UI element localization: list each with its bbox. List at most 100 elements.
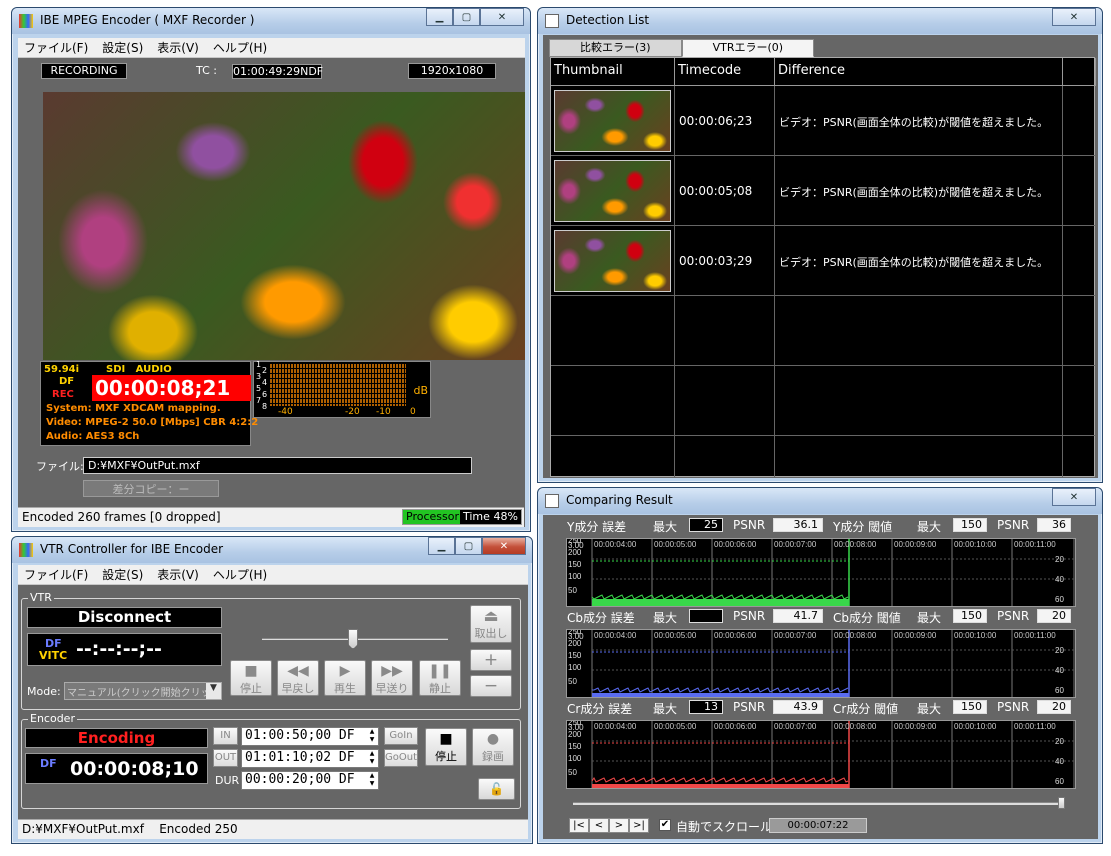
play-button[interactable]: ▶ 再生 <box>324 660 366 696</box>
menu-help[interactable]: ヘルプ(H) <box>213 566 267 583</box>
jog-slider[interactable] <box>262 629 448 649</box>
error-plot-svg: 00:00:04:00 00:00:05:00 00:00:06:00 00:00:0… <box>568 539 1075 606</box>
table-row[interactable]: 00:00:06;23 ビデオ：PSNR(画面全体の比較)が閾値を超えました。 <box>551 86 1096 156</box>
table-row[interactable]: 00:00:03;29 ビデオ：PSNR(画面全体の比較)が閾値を超えました。 <box>551 226 1096 296</box>
max-value <box>689 609 723 623</box>
y-tick-label-left: 200 <box>568 548 582 557</box>
out-timecode-field[interactable]: 01:01:10;02 DF <box>241 749 379 768</box>
autoscroll-checkbox[interactable]: ✔ <box>659 819 671 831</box>
dur-spinner[interactable]: ▲ ▼ <box>367 772 377 789</box>
error-series-fill <box>592 693 849 697</box>
record-button[interactable]: ● 録画 <box>472 728 514 766</box>
close-button[interactable]: ✕ <box>480 8 524 26</box>
y-tick-label-left: 50 <box>568 677 577 686</box>
error-plot: 00:00:04:00 00:00:05:00 00:00:06:00 00:00:0… <box>566 538 1076 607</box>
detection-window: Detection List ✕ 比較エラー(3) VTRエラー(0) Thum… <box>537 7 1103 483</box>
maximize-button[interactable]: ▢ <box>453 8 480 26</box>
menu-view[interactable]: 表示(V) <box>157 39 199 56</box>
difference-cell: ビデオ：PSNR(画面全体の比較)が閾値を超えました。 <box>775 86 1063 156</box>
menu-file[interactable]: ファイル(F) <box>24 566 88 583</box>
timeline-scroll-track[interactable] <box>573 802 1063 805</box>
y-tick-label-left: 150 <box>568 560 582 569</box>
still-button[interactable]: ❚❚ 静止 <box>419 660 461 696</box>
comparing-titlebar[interactable]: Comparing Result ✕ <box>538 488 1102 514</box>
time-label: Time <box>463 510 490 523</box>
goout-button[interactable]: GoOut <box>384 749 418 767</box>
stop-button[interactable]: ■ 停止 <box>230 660 272 696</box>
encoder-titlebar[interactable]: IBE MPEG Encoder ( MXF Recorder ) ▁ ▢ ✕ <box>12 8 530 34</box>
eject-button[interactable]: ⏏ 取出し <box>470 605 512 643</box>
unlock-button[interactable]: 🔓 <box>478 778 515 800</box>
time-tick-label: 00:00:07:00 <box>774 631 817 640</box>
vtr-client: ファイル(F) 設定(S) 表示(V) ヘルプ(H) VTR Disconnec… <box>18 565 528 839</box>
time-tick-label: 00:00:10:00 <box>954 722 997 731</box>
dur-timecode-field[interactable]: 00:00:20;00 DF <box>241 771 379 790</box>
time-tick-label: 00:00:07:00 <box>774 540 817 549</box>
minimize-button[interactable]: ▁ <box>428 537 455 555</box>
close-button[interactable]: ✕ <box>482 537 526 555</box>
time-tick-label: 00:00:05:00 <box>654 631 697 640</box>
video-preview <box>43 92 525 360</box>
nav-last-button[interactable]: >| <box>629 818 649 833</box>
fastforward-button[interactable]: ▶▶ 早送り <box>371 660 413 696</box>
record-label: 録画 <box>482 750 504 763</box>
timeline-scroll-thumb[interactable] <box>1058 797 1065 809</box>
out-button[interactable]: OUT <box>213 749 238 767</box>
menu-settings[interactable]: 設定(S) <box>102 39 143 56</box>
nav-next-button[interactable]: > <box>609 818 629 833</box>
threshold-psnr-value: 20 <box>1037 609 1071 623</box>
rec-label: REC <box>52 389 74 400</box>
meter-scale-40: -40 <box>278 407 293 417</box>
in-button[interactable]: IN <box>213 727 238 745</box>
encoded-frames-text: Encoded 260 frames [0 dropped] <box>22 510 221 524</box>
menu-file[interactable]: ファイル(F) <box>24 39 88 56</box>
autoscroll-label: 自動でスクロール <box>676 820 773 834</box>
rewind-label: 早戻し <box>281 682 315 695</box>
maximize-button[interactable]: ▢ <box>455 537 482 555</box>
minus-button[interactable]: − <box>470 675 512 697</box>
threshold-max-value: 150 <box>953 700 987 714</box>
column-header-thumbnail[interactable]: Thumbnail <box>551 58 675 86</box>
close-button[interactable]: ✕ <box>1052 8 1096 26</box>
goin-button[interactable]: GoIn <box>384 727 418 745</box>
mode-select[interactable]: マニュアル(クリック開始クリック終了 ▼ <box>64 682 222 700</box>
timecode-cell: 00:00:03;29 <box>675 226 775 296</box>
table-row[interactable]: 00:00:05;08 ビデオ：PSNR(画面全体の比較)が閾値を超えました。 <box>551 156 1096 226</box>
column-header-timecode[interactable]: Timecode <box>675 58 775 86</box>
y-tick-label-left: 50 <box>568 768 577 777</box>
meter-scale-10: -10 <box>376 407 391 417</box>
error-plot: 00:00:04:00 00:00:05:00 00:00:06:00 00:00:0… <box>566 629 1076 698</box>
file-path-field[interactable]: D:¥MXF¥OutPut.mxf <box>83 457 472 474</box>
close-button[interactable]: ✕ <box>1052 488 1096 506</box>
menu-view[interactable]: 表示(V) <box>157 566 199 583</box>
tc-label: TC : <box>196 64 217 77</box>
error-series-line <box>591 777 849 783</box>
system-info: System: MXF XDCAM mapping. <box>46 403 221 414</box>
comparing-title: Comparing Result <box>566 493 673 507</box>
in-timecode-field[interactable]: 01:00:50;00 DF <box>241 727 379 746</box>
nav-prev-button[interactable]: < <box>589 818 609 833</box>
threshold-max-value: 150 <box>953 609 987 623</box>
detection-titlebar[interactable]: Detection List ✕ <box>538 8 1102 34</box>
menu-settings[interactable]: 設定(S) <box>102 566 143 583</box>
menu-help[interactable]: ヘルプ(H) <box>213 39 267 56</box>
minimize-button[interactable]: ▁ <box>426 8 453 26</box>
vtr-titlebar[interactable]: VTR Controller for IBE Encoder ▁ ▢ ✕ <box>12 537 532 563</box>
tab-vtr-errors[interactable]: VTRエラー(0) <box>681 39 815 57</box>
rewind-button[interactable]: ◀◀ 早戻し <box>277 660 319 696</box>
encode-timecode: 00:00:08;21 <box>92 375 251 401</box>
out-spinner[interactable]: ▲ ▼ <box>367 750 377 767</box>
y-tick-label-right: 60 <box>1055 595 1064 604</box>
plus-button[interactable]: + <box>470 649 512 671</box>
in-spinner[interactable]: ▲ ▼ <box>367 728 377 745</box>
jog-slider-thumb[interactable] <box>348 629 358 649</box>
column-header-difference[interactable]: Difference <box>775 58 1063 86</box>
nav-first-button[interactable]: |< <box>569 818 589 833</box>
y-tick-label-left: 150 <box>568 742 582 751</box>
encoder-stop-button[interactable]: ■ 停止 <box>425 728 467 766</box>
error-label: Cb成分 誤差 <box>567 611 635 625</box>
tab-compare-errors[interactable]: 比較エラー(3) <box>549 39 682 57</box>
empty-row <box>551 366 1096 436</box>
psnr-label: PSNR <box>733 518 766 532</box>
diff-copy-button[interactable]: 差分コピー：ー <box>83 480 219 497</box>
